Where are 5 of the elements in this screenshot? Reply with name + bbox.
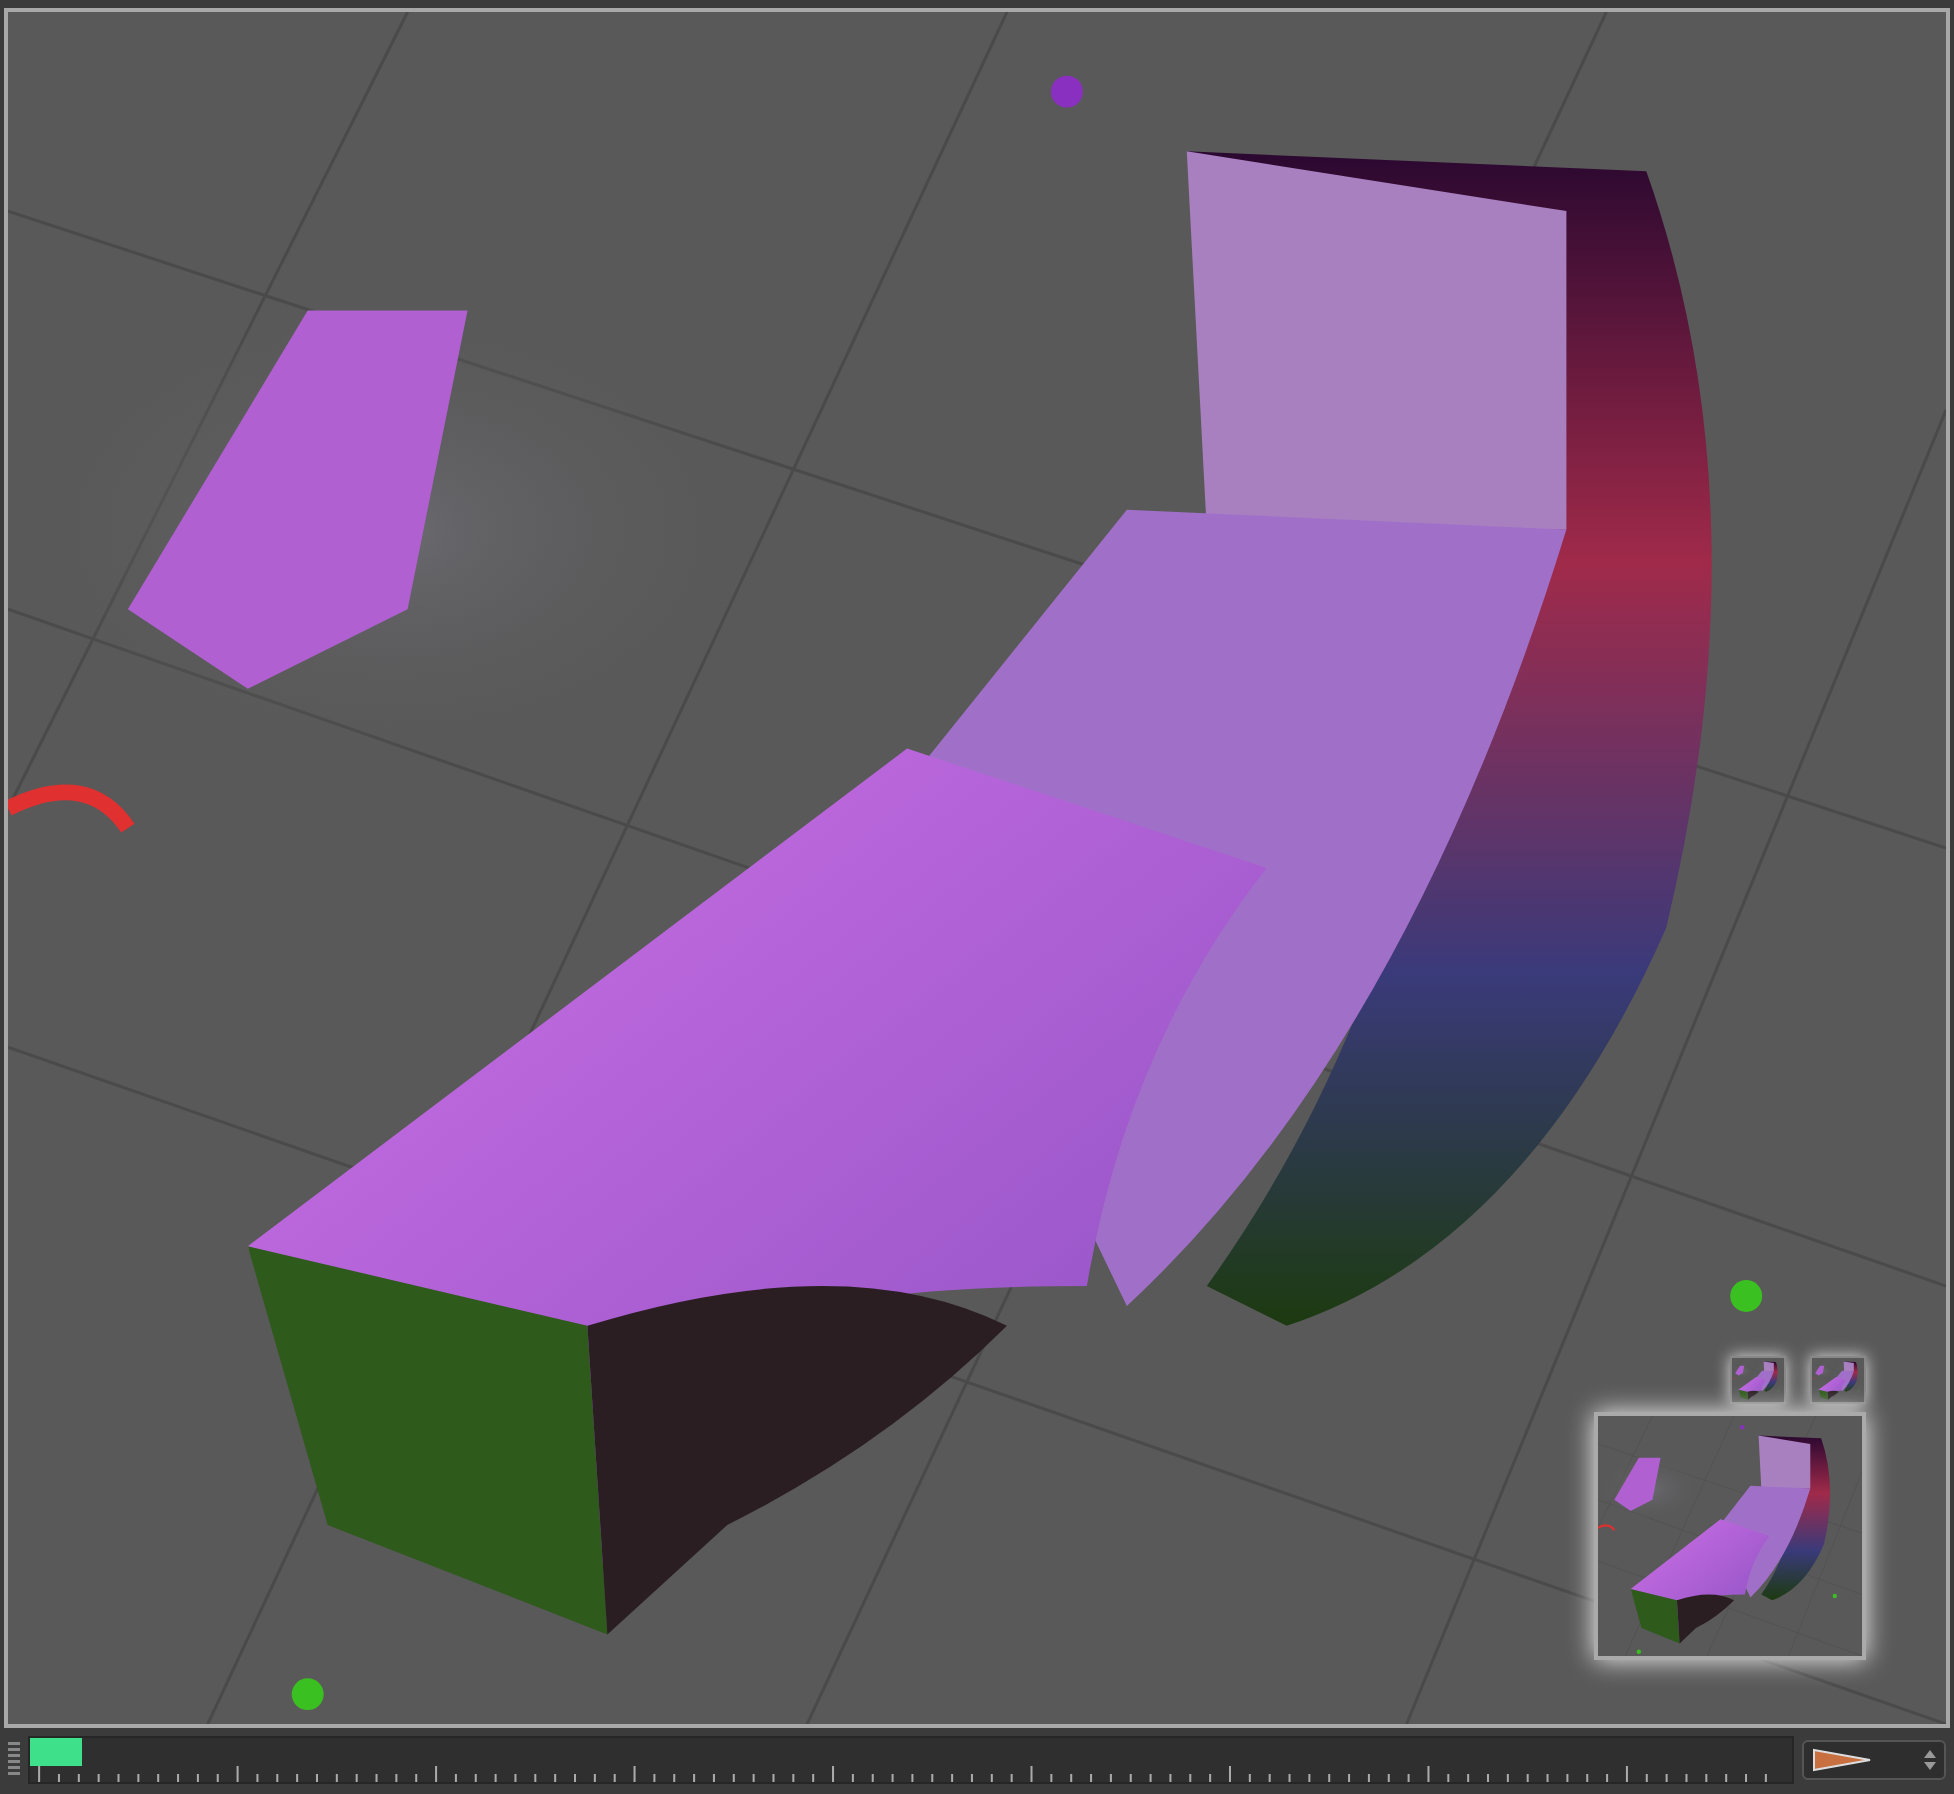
timeline-track[interactable] <box>28 1736 1794 1784</box>
grip-icon[interactable] <box>8 1742 20 1778</box>
spinner-icon <box>1924 1748 1936 1772</box>
play-icon <box>1812 1748 1872 1772</box>
dropdown-button[interactable] <box>1802 1740 1946 1780</box>
